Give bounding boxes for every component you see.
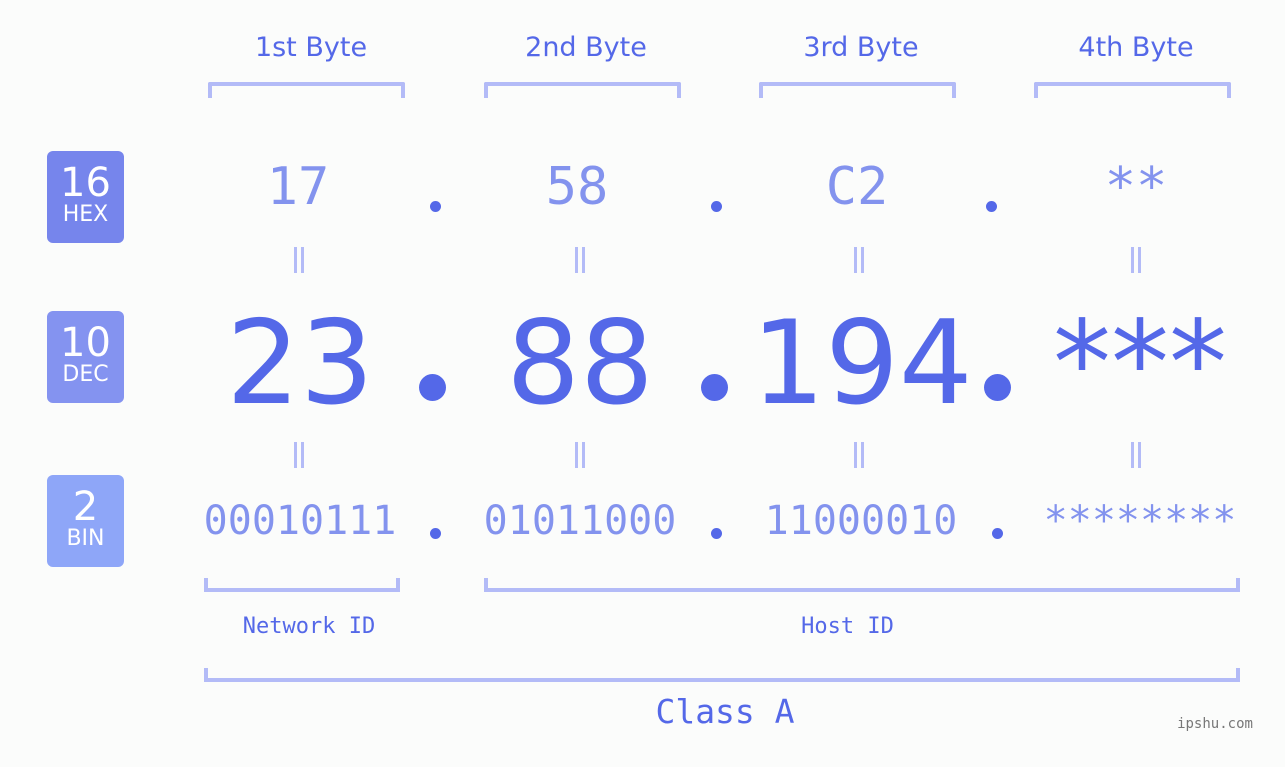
hex-byte-1: 17 (266, 157, 330, 217)
dec-badge-number: 10 (60, 320, 111, 366)
byte-bracket-3 (759, 82, 956, 98)
dec-badge-name: DEC (62, 362, 109, 387)
equals-icon (292, 247, 306, 273)
equals-icon (852, 247, 866, 273)
hex-byte-3: C2 (825, 157, 889, 217)
bin-badge: 2 BIN (47, 475, 124, 567)
equals-icon (1129, 247, 1143, 273)
hex-badge-number: 16 (60, 160, 111, 206)
byte-bracket-4 (1034, 82, 1231, 98)
equals-icon (573, 247, 587, 273)
hex-separator-dot (986, 201, 997, 212)
dec-byte-1: 23 (226, 296, 374, 431)
bin-separator-dot (711, 528, 722, 539)
dec-byte-3: 194 (751, 296, 973, 431)
hex-separator-dot (430, 201, 441, 212)
bin-badge-name: BIN (66, 526, 105, 551)
bin-byte-4: ******** (1043, 498, 1237, 544)
hex-badge-name: HEX (62, 202, 109, 227)
class-bracket (204, 668, 1240, 682)
equals-icon (292, 442, 306, 468)
byte-bracket-2 (484, 82, 681, 98)
bin-byte-2: 01011000 (483, 498, 677, 544)
dec-byte-4: *** (1053, 296, 1227, 431)
dec-separator-dot (984, 374, 1011, 401)
equals-icon (852, 442, 866, 468)
bin-separator-dot (430, 528, 441, 539)
class-label: Class A (655, 692, 795, 731)
dec-separator-dot (419, 374, 446, 401)
host-id-bracket (484, 578, 1240, 592)
hex-badge: 16 HEX (47, 151, 124, 243)
network-id-bracket (204, 578, 400, 592)
byte-header-1: 1st Byte (254, 32, 368, 63)
equals-icon (1129, 442, 1143, 468)
byte-header-3: 3rd Byte (803, 32, 919, 63)
byte-header-4: 4th Byte (1078, 32, 1194, 63)
bin-byte-1: 00010111 (203, 498, 397, 544)
hex-separator-dot (711, 201, 722, 212)
dec-separator-dot (701, 374, 728, 401)
bin-byte-3: 11000010 (764, 498, 958, 544)
host-id-label: Host ID (801, 614, 894, 639)
hex-byte-4: ** (1104, 157, 1168, 217)
hex-byte-2: 58 (545, 157, 609, 217)
equals-icon (573, 442, 587, 468)
network-id-label: Network ID (242, 614, 376, 639)
byte-header-2: 2nd Byte (525, 32, 647, 63)
bin-separator-dot (992, 528, 1003, 539)
watermark: ipshu.com (1177, 716, 1253, 732)
byte-bracket-1 (208, 82, 405, 98)
dec-badge: 10 DEC (47, 311, 124, 403)
bin-badge-number: 2 (72, 484, 99, 530)
dec-byte-2: 88 (506, 296, 654, 431)
